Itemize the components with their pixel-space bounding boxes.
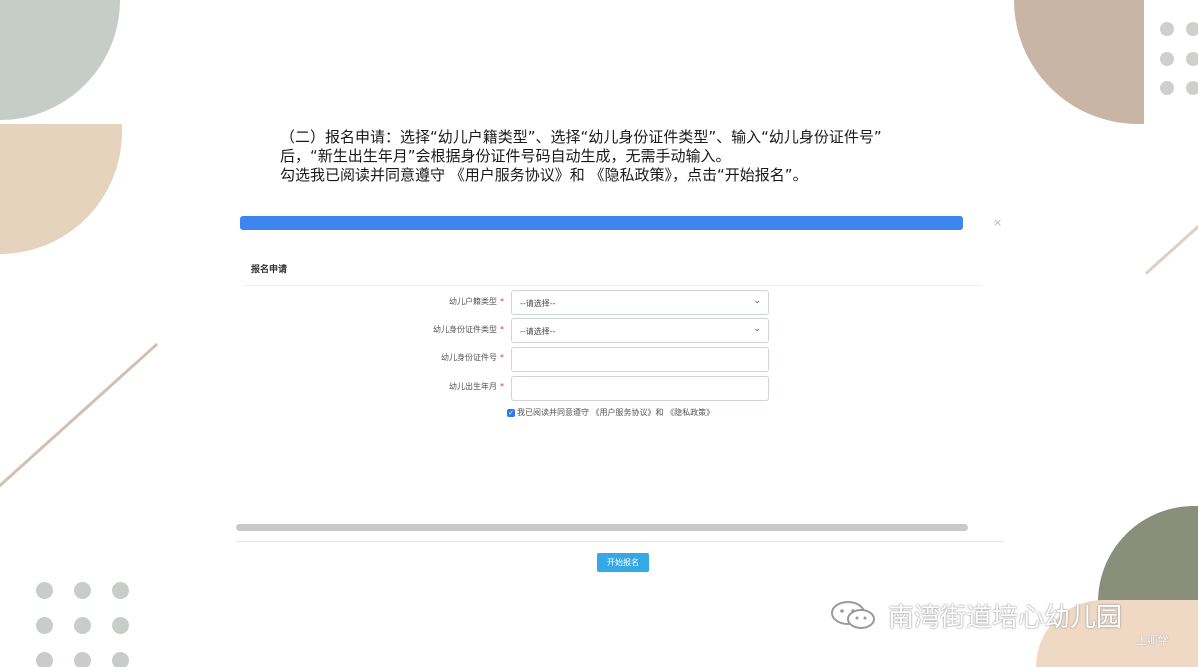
decorative-line-right — [1144, 218, 1198, 275]
field-label-text: 幼儿身份证件号 — [441, 353, 497, 362]
instruction-line-1: （二）报名申请：选择“幼儿户籍类型”、选择“幼儿身份证件类型”、输入“幼儿身份证… — [280, 128, 882, 146]
decorative-dot — [74, 617, 91, 634]
section-divider — [244, 285, 982, 286]
agreement-checkbox[interactable]: ✓ — [507, 408, 515, 417]
decorative-dot — [36, 617, 53, 634]
chevron-down-icon: ⌄ — [753, 296, 761, 306]
decorative-dot — [112, 617, 129, 634]
agreement-text: 我已阅读并同意遵守 《用户服务协议》和 《隐私政策》 — [517, 408, 715, 417]
required-mark: * — [500, 353, 504, 362]
wechat-icon — [831, 600, 875, 629]
decorative-dot — [1186, 52, 1198, 66]
required-mark: * — [500, 382, 504, 391]
footer-divider — [236, 541, 1004, 542]
decorative-dot — [1186, 22, 1198, 36]
progress-bar — [240, 216, 963, 230]
household-type-select[interactable]: --请选择-- ⌄ — [511, 290, 769, 315]
decorative-dot — [1186, 81, 1198, 95]
start-registration-button[interactable]: 开始报名 — [597, 553, 649, 572]
decorative-shape-top-right — [1014, 0, 1144, 124]
decorative-dot — [1160, 81, 1174, 95]
id-number-input[interactable] — [511, 347, 769, 372]
decorative-dot — [74, 652, 91, 667]
field-label-household-type: 幼儿户籍类型 * — [404, 296, 504, 307]
id-type-select[interactable]: --请选择-- ⌄ — [511, 318, 769, 343]
decorative-dot — [36, 652, 53, 667]
watermark-sub: 上卿学 — [1136, 634, 1169, 647]
decorative-dot — [1160, 22, 1174, 36]
decorative-shape-top-left — [0, 0, 120, 120]
required-mark: * — [500, 325, 504, 334]
decorative-dot — [36, 582, 53, 599]
instruction-line-3: 勾选我已阅读并同意遵守 《用户服务协议》和 《隐私政策》，点击“开始报名”。 — [280, 166, 808, 184]
decorative-dot — [74, 582, 91, 599]
field-label-id-type: 幼儿身份证件类型 * — [404, 324, 504, 335]
birth-month-input[interactable] — [511, 376, 769, 401]
required-mark: * — [500, 297, 504, 306]
close-icon[interactable]: × — [993, 216, 1002, 229]
field-label-text: 幼儿出生年月 — [449, 382, 497, 391]
decorative-shape-bottom-right — [1098, 506, 1198, 602]
horizontal-scrollbar[interactable] — [236, 524, 968, 531]
select-value: --请选择-- — [520, 327, 556, 336]
field-label-id-number: 幼儿身份证件号 * — [404, 352, 504, 363]
agreement-row: ✓ 我已阅读并同意遵守 《用户服务协议》和 《隐私政策》 — [507, 407, 714, 418]
decorative-line-left — [0, 342, 159, 496]
decorative-shape-left — [0, 124, 122, 254]
field-label-text: 幼儿户籍类型 — [449, 297, 497, 306]
instruction-line-2: 后，“新生出生年月”会根据身份证件号码自动生成，无需手动输入。 — [280, 147, 731, 165]
decorative-dot — [112, 652, 129, 667]
field-label-text: 幼儿身份证件类型 — [433, 325, 497, 334]
instructions: （二）报名申请：选择“幼儿户籍类型”、选择“幼儿身份证件类型”、输入“幼儿身份证… — [280, 128, 1000, 185]
decorative-dot — [112, 582, 129, 599]
watermark: 南湾街道培心幼儿园 — [830, 597, 1122, 634]
select-value: --请选择-- — [520, 299, 556, 308]
watermark-title: 南湾街道培心幼儿园 — [888, 603, 1123, 633]
section-title: 报名申请 — [251, 265, 288, 275]
field-label-birth-month: 幼儿出生年月 * — [404, 381, 504, 392]
decorative-dot — [1160, 52, 1174, 66]
chevron-down-icon: ⌄ — [753, 324, 761, 334]
